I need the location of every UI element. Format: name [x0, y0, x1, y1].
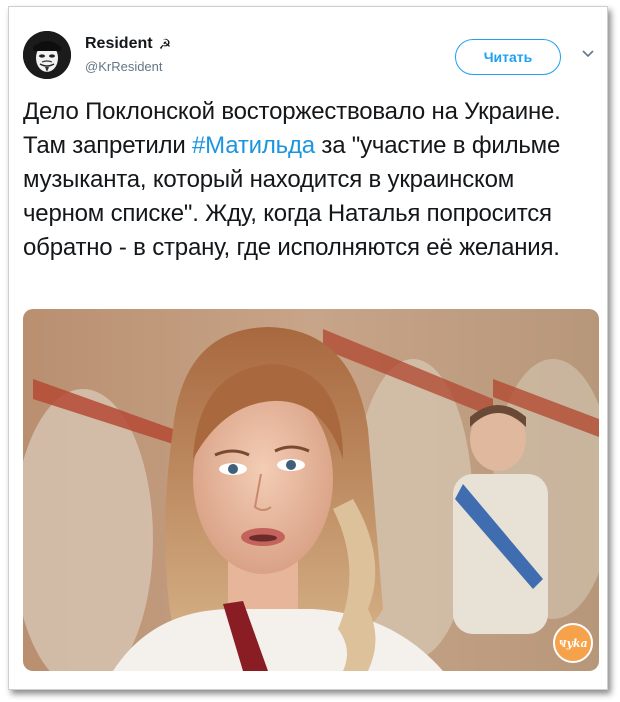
author-name[interactable]: Resident: [85, 35, 153, 53]
tweet-text: Дело Поклонской восторжествовало на Укра…: [23, 95, 598, 265]
chevron-down-icon[interactable]: [581, 47, 595, 61]
tweet-photo[interactable]: Ҹyka: [23, 309, 599, 671]
tweet-card: Resident ☭ @KrResident Читать Дело Покло…: [8, 6, 608, 690]
author-avatar[interactable]: [23, 31, 71, 79]
hashtag-link[interactable]: #Матильда: [192, 132, 315, 159]
author-name-row[interactable]: Resident ☭: [85, 35, 171, 53]
author-handle[interactable]: @KrResident: [85, 59, 163, 74]
watermark-logo: Ҹyka: [553, 623, 593, 663]
hammer-sickle-icon: ☭: [158, 35, 172, 52]
follow-button[interactable]: Читать: [455, 39, 561, 75]
